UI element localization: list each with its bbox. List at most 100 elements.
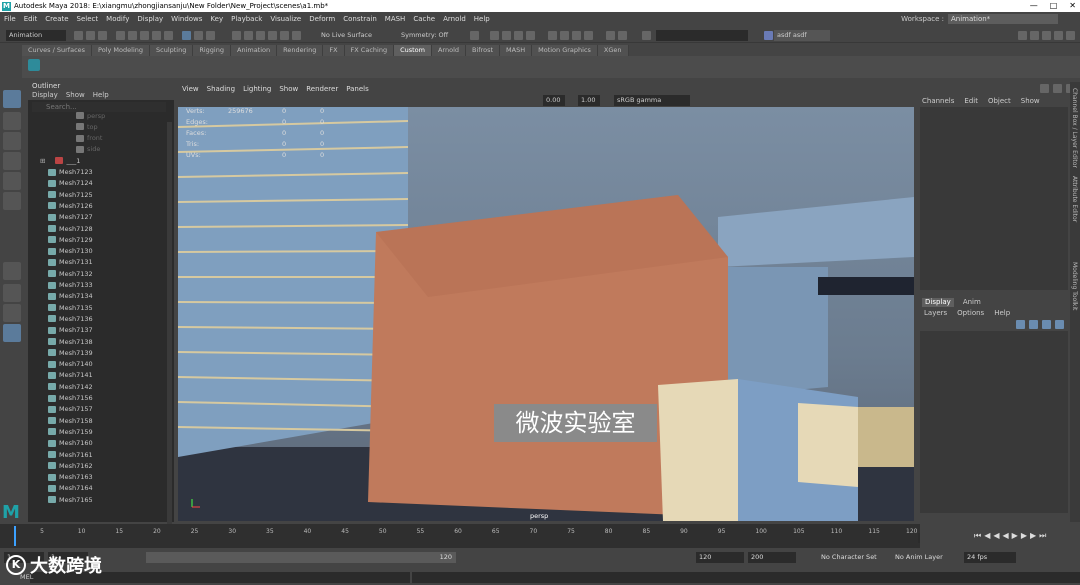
- rotate-tool-icon[interactable]: [3, 172, 21, 190]
- outliner-scrollbar[interactable]: [167, 122, 172, 542]
- save-scene-icon[interactable]: [140, 31, 149, 40]
- layer-tab[interactable]: Display: [922, 298, 954, 307]
- move-tool-icon[interactable]: [3, 152, 21, 170]
- shelf-tab[interactable]: Curves / Surfaces: [22, 45, 93, 56]
- outliner-mesh-row[interactable]: Mesh7141: [28, 370, 168, 381]
- menu-item[interactable]: Cache: [413, 15, 435, 23]
- two-view-icon[interactable]: [3, 304, 21, 322]
- outliner-mesh-row[interactable]: Mesh7123: [28, 167, 168, 178]
- outliner-mesh-row[interactable]: Mesh7130: [28, 246, 168, 257]
- shelf-tab[interactable]: Sculpting: [150, 45, 194, 56]
- mode-icon-4[interactable]: [584, 31, 593, 40]
- lasso-icon[interactable]: [194, 31, 203, 40]
- minimize-icon[interactable]: —: [1030, 1, 1038, 10]
- go-to-start-icon[interactable]: ⏮: [974, 531, 981, 541]
- outliner-mesh-row[interactable]: Mesh7156: [28, 393, 168, 404]
- outliner-camera-row[interactable]: persp: [28, 110, 168, 121]
- construction-history-icon[interactable]: [470, 31, 479, 40]
- outliner-mesh-row[interactable]: Mesh7165: [28, 494, 168, 505]
- mode-icon-5[interactable]: [606, 31, 615, 40]
- shelf-tab[interactable]: Poly Modeling: [92, 45, 150, 56]
- character-set-dropdown[interactable]: No Character Set: [818, 552, 884, 563]
- menu-item[interactable]: Modify: [106, 15, 129, 23]
- gamma-field[interactable]: 1.00: [578, 95, 600, 106]
- outliner-mesh-row[interactable]: Mesh7125: [28, 189, 168, 200]
- viewport-menu-item[interactable]: View: [182, 85, 199, 94]
- outliner-mesh-row[interactable]: Mesh7158: [28, 415, 168, 426]
- go-to-end-icon[interactable]: ⏭: [1039, 531, 1046, 541]
- menu-item[interactable]: MASH: [385, 15, 406, 23]
- expand-icon[interactable]: ⊞: [40, 157, 45, 165]
- menu-set-dropdown[interactable]: Animation: [6, 30, 66, 41]
- outliner-mesh-row[interactable]: Mesh7137: [28, 325, 168, 336]
- user-account-dropdown[interactable]: asdf asdf: [774, 30, 830, 41]
- outliner-camera-row[interactable]: front: [28, 133, 168, 144]
- layer-up-icon[interactable]: [1042, 320, 1051, 329]
- channel-box-menu-item[interactable]: Channels: [922, 97, 954, 105]
- exposure-field[interactable]: 0.00: [543, 95, 565, 106]
- viewport-menu-item[interactable]: Show: [279, 85, 298, 94]
- four-view-icon[interactable]: [3, 284, 21, 302]
- outliner-camera-row[interactable]: side: [28, 144, 168, 155]
- menu-item[interactable]: Arnold: [443, 15, 466, 23]
- redo-icon[interactable]: [164, 31, 173, 40]
- channel-box-menu-item[interactable]: Object: [988, 97, 1011, 105]
- outliner-camera-row[interactable]: top: [28, 121, 168, 132]
- snap-curve-icon[interactable]: [244, 31, 253, 40]
- menu-item[interactable]: Edit: [24, 15, 38, 23]
- shelf-tab[interactable]: Bifrost: [466, 45, 501, 56]
- shelf-tab[interactable]: FX: [323, 45, 345, 56]
- workspace-dropdown[interactable]: Animation*: [948, 14, 1058, 24]
- time-slider[interactable]: 5 10 15 20 25 30 35 40 45 50 55 60 65 70 75 80 85 90 95 100…: [0, 524, 920, 548]
- fps-dropdown[interactable]: 24 fps: [964, 552, 1016, 563]
- mode-icon-6[interactable]: [618, 31, 627, 40]
- channel-icon-2[interactable]: [1053, 84, 1062, 93]
- menu-item[interactable]: Windows: [171, 15, 202, 23]
- side-tab[interactable]: Attribute Editor: [1071, 176, 1078, 222]
- menu-item[interactable]: Help: [474, 15, 490, 23]
- outliner-mesh-row[interactable]: Mesh7138: [28, 336, 168, 347]
- single-perspective-icon[interactable]: [3, 262, 21, 280]
- outliner-mesh-row[interactable]: Mesh7129: [28, 234, 168, 245]
- outliner-mesh-row[interactable]: Mesh7133: [28, 280, 168, 291]
- outliner-mesh-row[interactable]: Mesh7135: [28, 302, 168, 313]
- new-layer-icon[interactable]: [1016, 320, 1025, 329]
- snap-grid-icon[interactable]: [232, 31, 241, 40]
- layer-menu-item[interactable]: Help: [994, 309, 1010, 317]
- panel-layout-icon-4[interactable]: [1054, 31, 1063, 40]
- play-backwards-icon[interactable]: ◀: [1003, 531, 1009, 541]
- shelf-tab[interactable]: Rigging: [193, 45, 231, 56]
- viewport-menu-item[interactable]: Shading: [207, 85, 235, 94]
- layer-tab[interactable]: Anim: [960, 298, 984, 307]
- outliner-mesh-row[interactable]: Mesh7127: [28, 212, 168, 223]
- undo-icon[interactable]: [152, 31, 161, 40]
- new-scene-icon[interactable]: [116, 31, 125, 40]
- panel-layout-icon-1[interactable]: [1018, 31, 1027, 40]
- 3d-viewport[interactable]: persp: [178, 107, 914, 521]
- shelf-tab[interactable]: XGen: [597, 45, 629, 56]
- side-tab[interactable]: Modeling Toolkit: [1071, 262, 1078, 310]
- menu-item[interactable]: Deform: [309, 15, 335, 23]
- select-arrow-icon[interactable]: [3, 90, 21, 108]
- snap-view-plane-icon[interactable]: [268, 31, 277, 40]
- menu-item[interactable]: Key: [210, 15, 223, 23]
- live-surface-field[interactable]: No Live Surface: [318, 30, 378, 41]
- viewport-menu-item[interactable]: Renderer: [306, 85, 338, 94]
- outliner-mesh-row[interactable]: Mesh7162: [28, 460, 168, 471]
- shelf-tab[interactable]: FX Caching: [344, 45, 395, 56]
- menu-item[interactable]: Display: [137, 15, 163, 23]
- step-back-key-icon[interactable]: ◀: [984, 531, 990, 541]
- menu-item[interactable]: Constrain: [343, 15, 377, 23]
- outliner-mesh-row[interactable]: Mesh7159: [28, 426, 168, 437]
- paint-tool-icon[interactable]: [3, 132, 21, 150]
- channel-icon-1[interactable]: [1040, 84, 1049, 93]
- outliner-menu-item[interactable]: Show: [66, 91, 85, 100]
- play-forwards-icon[interactable]: ▶: [1012, 531, 1018, 541]
- outliner-mesh-row[interactable]: Mesh7132: [28, 268, 168, 279]
- maximize-icon[interactable]: □: [1050, 1, 1058, 10]
- outliner-group-row[interactable]: ⊞ ___1: [28, 155, 168, 166]
- snap-vertex-icon[interactable]: [292, 31, 301, 40]
- outliner-layout-icon[interactable]: [3, 324, 21, 342]
- layer-menu-item[interactable]: Options: [957, 309, 984, 317]
- mode-icon-1[interactable]: [548, 31, 557, 40]
